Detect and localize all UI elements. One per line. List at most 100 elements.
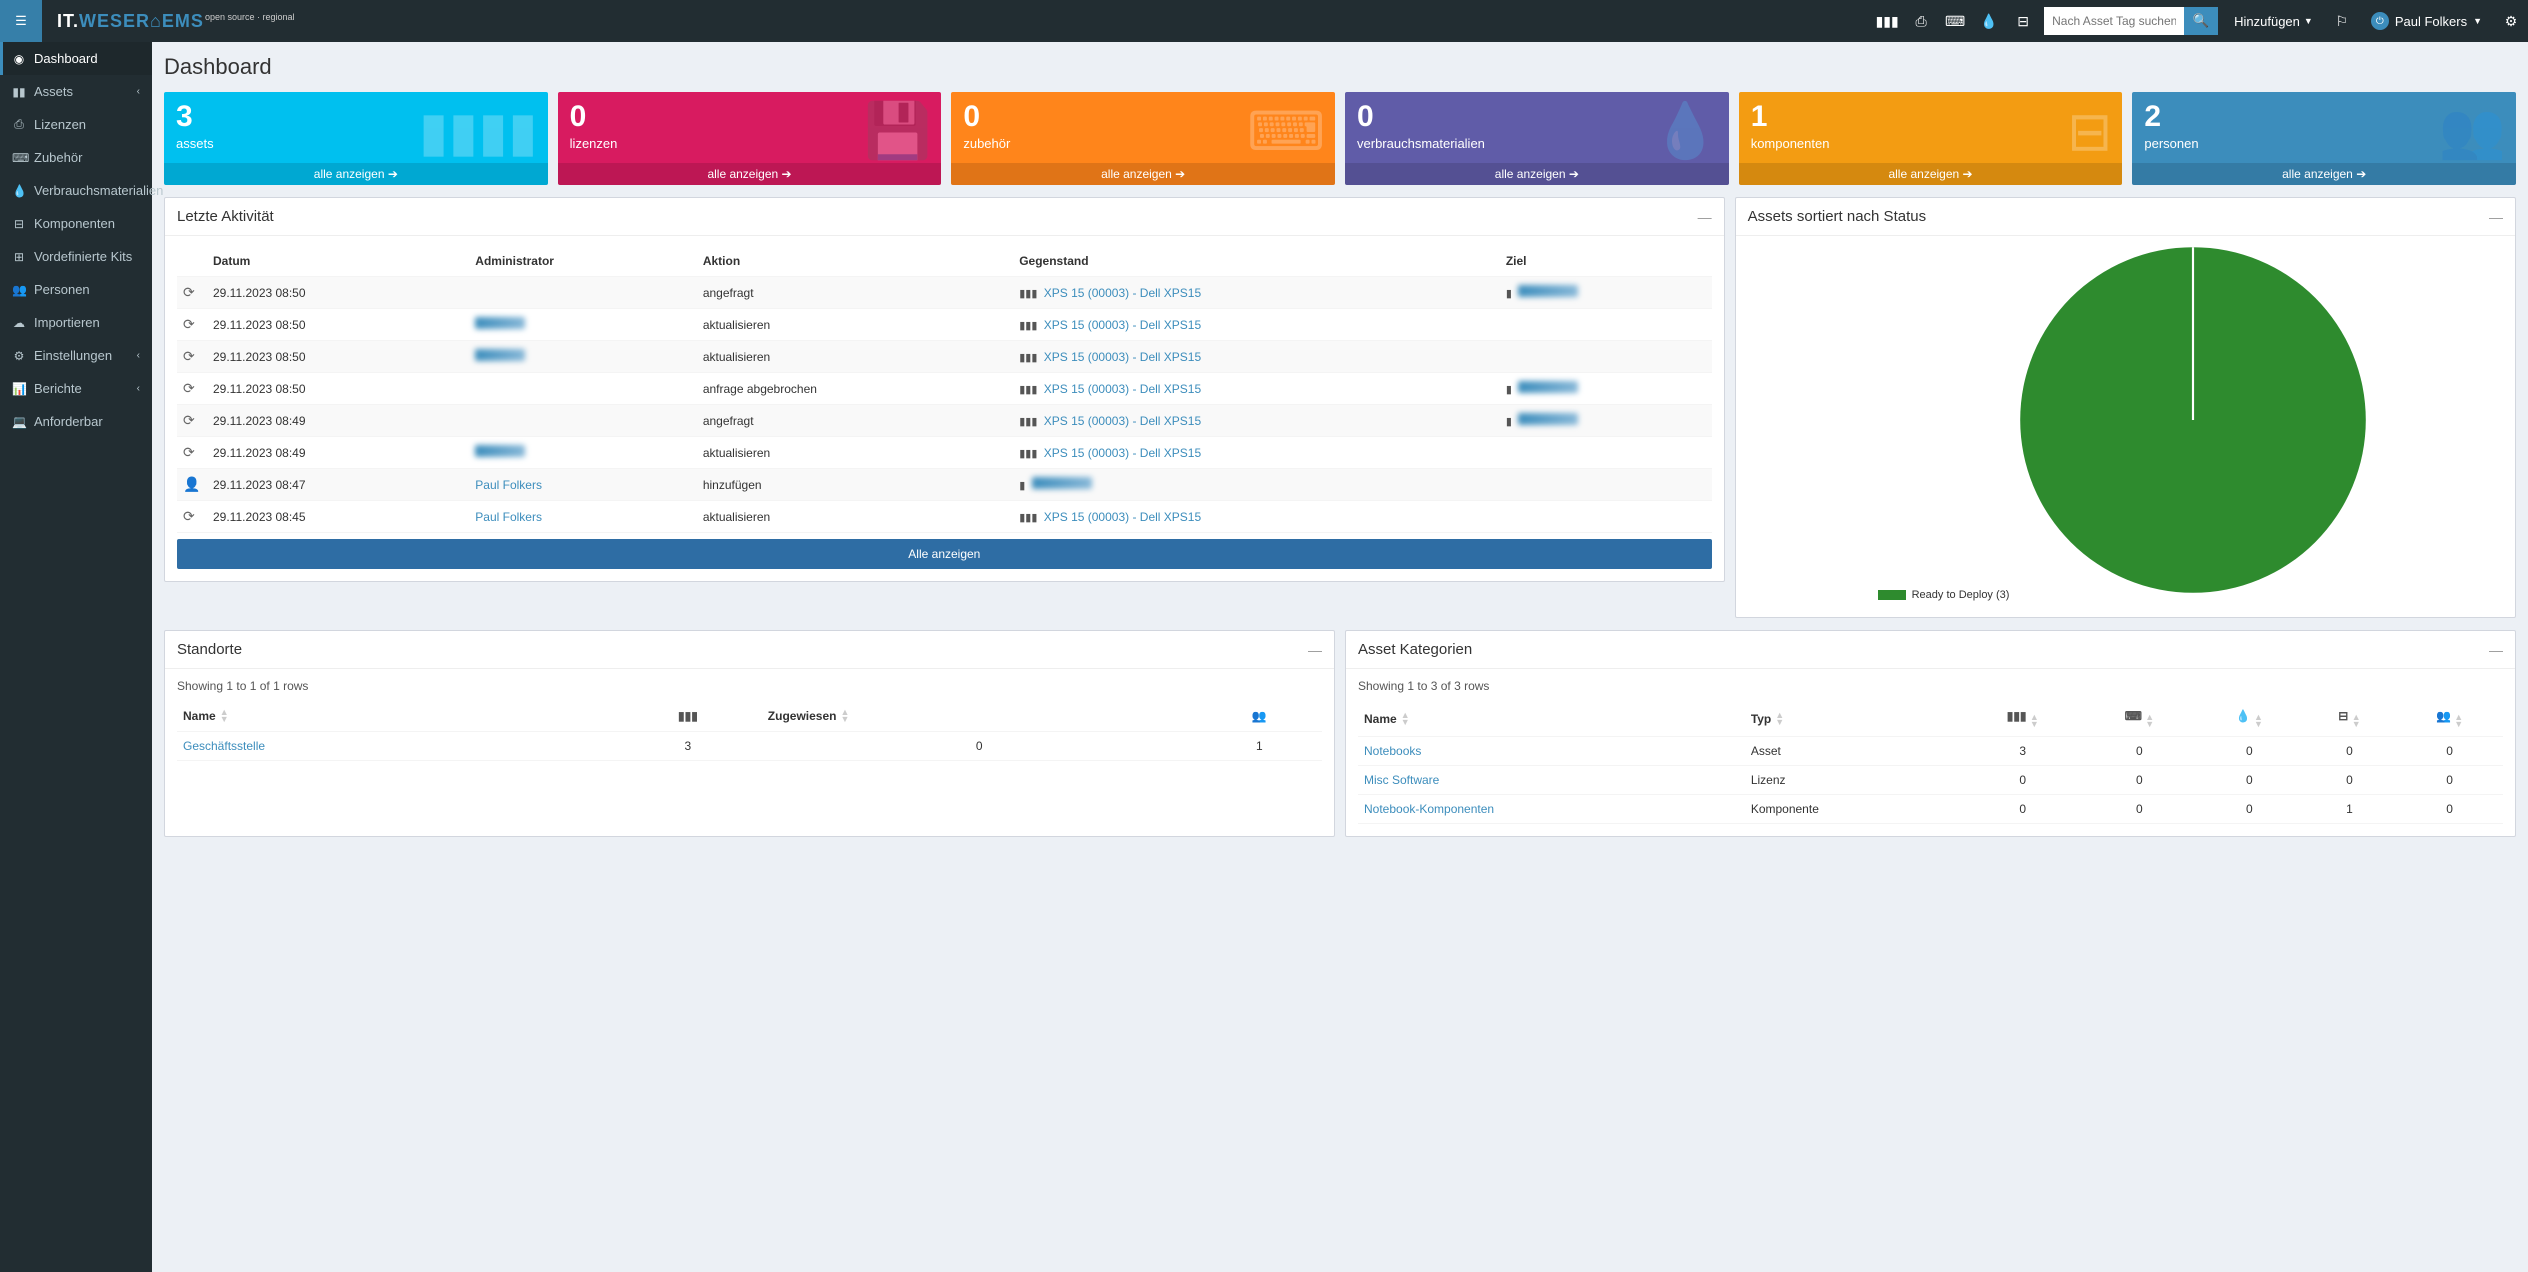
cell-action: aktualisieren [697,501,1013,533]
item-link[interactable]: XPS 15 (00003) - Dell XPS15 [1044,286,1201,300]
col-barcode[interactable]: ▮▮▮ [614,701,762,732]
col-people[interactable]: 👥 [1197,701,1322,732]
status-title: Assets sortiert nach Status [1748,208,1926,225]
cell-item: ▮▮▮ XPS 15 (00003) - Dell XPS15 [1013,437,1500,469]
cell-item: ▮ [1013,469,1500,501]
stat-view-all[interactable]: alle anzeigen ➔ [951,163,1335,185]
sidebar-item-dashboard[interactable]: ◉Dashboard [0,42,152,75]
user-menu[interactable]: ⏻ Paul Folkers ▼ [2359,12,2494,30]
stat-view-all[interactable]: alle anzeigen ➔ [1345,163,1729,185]
refresh-row-icon: ⟳ [183,412,195,428]
collapse-icon[interactable]: — [1698,209,1712,225]
collapse-icon[interactable]: — [1308,642,1322,658]
barcode-icon[interactable]: ▮▮▮ [1870,6,1904,36]
sidebar-item-assets[interactable]: ▮▮Assets‹ [0,75,152,108]
locations-title: Standorte [177,641,242,658]
sidebar-item-accessories[interactable]: ⌨Zubehör [0,141,152,174]
search-button[interactable]: 🔍 [2184,7,2218,35]
col-drop[interactable]: 💧 ▲▼ [2196,701,2303,737]
save-nav-icon[interactable]: ⎙ [1904,6,1938,36]
item-link[interactable]: XPS 15 (00003) - Dell XPS15 [1044,446,1201,460]
barcode-header-icon: ▮▮▮ [678,709,698,723]
category-link[interactable]: Notebook-Komponenten [1364,802,1494,816]
sidebar-label: Assets [34,84,73,99]
barcode-header-icon: ▮▮▮ [2007,709,2027,723]
sidebar-item-licenses[interactable]: ⎙Lizenzen [0,108,152,141]
stat-view-all[interactable]: alle anzeigen ➔ [558,163,942,185]
sidebar-item-consumables[interactable]: 💧Verbrauchsmaterialien [0,174,152,207]
sidebar-item-reports[interactable]: 📊Berichte‹ [0,372,152,405]
settings-nav-icon[interactable]: ⚙ [2494,6,2528,36]
col-name[interactable]: Name▲▼ [1358,701,1745,737]
drop-nav-icon[interactable]: 💧 [1972,6,2006,36]
col-name[interactable]: Name▲▼ [177,701,614,732]
item-link[interactable]: XPS 15 (00003) - Dell XPS15 [1044,350,1201,364]
brand-logo[interactable]: IT.WESER⌂EMS [42,11,219,32]
cell-item: ▮▮▮ XPS 15 (00003) - Dell XPS15 [1013,501,1500,533]
search-input[interactable] [2044,7,2184,35]
stat-view-all[interactable]: alle anzeigen ➔ [1739,163,2123,185]
category-row: Notebook-KomponentenKomponente00010 [1358,795,2503,824]
hdd-nav-icon[interactable]: ⊟ [2006,6,2040,36]
categories-table: Name▲▼ Typ▲▼ ▮▮▮ ▲▼ ⌨ ▲▼ 💧 ▲▼ ⊟ ▲▼ 👥 ▲▼ … [1358,701,2503,824]
col-type[interactable]: Typ▲▼ [1745,701,1963,737]
col-assigned[interactable]: Zugewiesen▲▼ [762,701,1197,732]
cell-item: ▮▮▮ XPS 15 (00003) - Dell XPS15 [1013,373,1500,405]
view-all-activity-button[interactable]: Alle anzeigen [177,539,1712,569]
add-dropdown[interactable]: Hinzufügen ▼ [2222,0,2325,42]
stat-view-all[interactable]: alle anzeigen ➔ [164,163,548,185]
admin-link[interactable]: Paul Folkers [475,478,542,492]
collapse-icon[interactable]: — [2489,642,2503,658]
col-hdd[interactable]: ⊟ ▲▼ [2303,701,2396,737]
asset-row-icon: ▮▮▮ [1019,448,1037,460]
item-link[interactable]: XPS 15 (00003) - Dell XPS15 [1044,510,1201,524]
sidebar-item-kits[interactable]: ⊞Vordefinierte Kits [0,240,152,273]
save-sidebar-icon: ⎙ [12,117,26,132]
sidebar-item-people[interactable]: 👥 Personen [0,273,152,306]
stat-components: 1komponenten ⊟ alle anzeigen ➔ [1739,92,2123,185]
sidebar-toggle[interactable]: ☰ [0,0,42,42]
col-users[interactable]: 👥 ▲▼ [2396,701,2503,737]
search-form: 🔍 [2044,7,2218,35]
add-label: Hinzufügen [2234,14,2300,29]
stat-view-all[interactable]: alle anzeigen ➔ [2132,163,2516,185]
col-item[interactable]: Gegenstand [1013,246,1500,277]
activity-row: ⟳29.11.2023 08:50angefragt▮▮▮ XPS 15 (00… [177,277,1712,309]
sidebar-item-components[interactable]: ⊟Komponenten [0,207,152,240]
pie-legend[interactable]: Ready to Deploy (3) [1878,589,2010,601]
item-link[interactable]: XPS 15 (00003) - Dell XPS15 [1044,414,1201,428]
flag-icon[interactable]: ⚐ [2325,6,2359,36]
sidebar-label: Personen [34,282,90,297]
panel-status-pie: Assets sortiert nach Status — Ready to D… [1735,197,2516,618]
col-action[interactable]: Aktion [697,246,1013,277]
category-link[interactable]: Notebooks [1364,744,1421,758]
col-barcode[interactable]: ▮▮▮ ▲▼ [1963,701,2083,737]
item-link[interactable]: XPS 15 (00003) - Dell XPS15 [1044,318,1201,332]
drop-bg-icon: 💧 [1651,100,1718,163]
cell-type: Asset [1745,737,1963,766]
refresh-row-icon: ⟳ [183,348,195,364]
category-link[interactable]: Misc Software [1364,773,1439,787]
col-date[interactable]: Datum [207,246,469,277]
location-link[interactable]: Geschäftsstelle [183,739,265,753]
sidebar-item-settings[interactable]: ⚙Einstellungen‹ [0,339,152,372]
cell-date: 29.11.2023 08:50 [207,277,469,309]
sidebar-item-import[interactable]: ☁Importieren [0,306,152,339]
keyboard-nav-icon[interactable]: ⌨ [1938,6,1972,36]
col-admin[interactable]: Administrator [469,246,697,277]
stat-people: 2personen 👥 alle anzeigen ➔ [2132,92,2516,185]
item-link[interactable]: XPS 15 (00003) - Dell XPS15 [1044,382,1201,396]
sidebar-item-requestable[interactable]: 💻Anforderbar [0,405,152,438]
users-icon: 👥 [12,283,26,297]
col-target[interactable]: Ziel [1500,246,1712,277]
cell-item: ▮▮▮ XPS 15 (00003) - Dell XPS15 [1013,341,1500,373]
cell-type: Komponente [1745,795,1963,824]
admin-link[interactable]: Paul Folkers [475,510,542,524]
cell-hdd: 1 [2303,795,2396,824]
panel-locations: Standorte — Showing 1 to 1 of 1 rows Nam… [164,630,1335,837]
panel-activity: Letzte Aktivität — Datum Administrator A… [164,197,1725,582]
col-license[interactable]: ⌨ ▲▼ [2083,701,2196,737]
collapse-icon[interactable]: — [2489,209,2503,225]
cell-target: ▮ [1500,405,1712,437]
stat-num: 1 [1751,102,2111,132]
